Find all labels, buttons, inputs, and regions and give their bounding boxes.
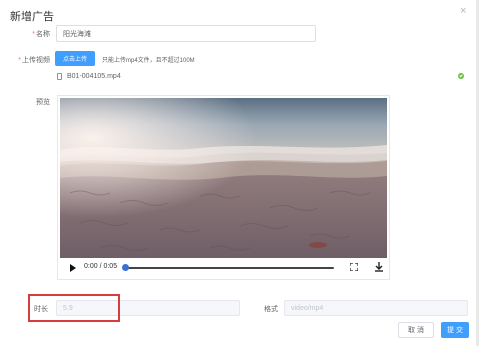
duration-highlight-box (28, 294, 120, 322)
progress-thumb[interactable] (122, 264, 129, 271)
beach-scene-image (60, 98, 387, 258)
fullscreen-icon[interactable] (350, 263, 358, 271)
document-icon (57, 72, 62, 80)
video-frame-beach[interactable] (60, 98, 387, 258)
format-input[interactable]: video/mp4 (284, 300, 468, 316)
format-label: 格式 (264, 306, 278, 313)
upload-tip: 只能上传mp4文件，且不超过100M (102, 58, 195, 64)
required-mark: * (32, 31, 35, 38)
play-icon[interactable] (70, 264, 76, 272)
upload-label: *上传视频 (18, 57, 50, 64)
file-name: B01-004105.mp4 (67, 72, 121, 80)
add-ad-dialog: 新增广告 × *名称 阳光海滩 *上传视频 点击上传 只能上传mp4文件，且不超… (0, 0, 479, 346)
progress-track[interactable] (124, 267, 334, 269)
upload-button[interactable]: 点击上传 (55, 51, 95, 66)
success-check-icon (458, 73, 464, 79)
cancel-button[interactable]: 取 消 (398, 322, 434, 338)
dialog-title: 新增广告 (10, 11, 54, 23)
video-controls: 0:00 / 0:05 (60, 259, 387, 277)
video-player[interactable]: 0:00 / 0:05 (57, 95, 390, 280)
name-label: *名称 (32, 31, 50, 38)
name-input[interactable]: 阳光海滩 (56, 25, 316, 42)
close-icon[interactable]: × (460, 5, 466, 17)
download-icon[interactable] (374, 262, 384, 272)
preview-label: 预览 (36, 99, 50, 106)
uploaded-file-item[interactable]: B01-004105.mp4 (57, 70, 467, 82)
submit-button[interactable]: 提 交 (441, 322, 469, 338)
video-time: 0:00 / 0:05 (84, 263, 118, 270)
required-mark: * (18, 57, 21, 64)
